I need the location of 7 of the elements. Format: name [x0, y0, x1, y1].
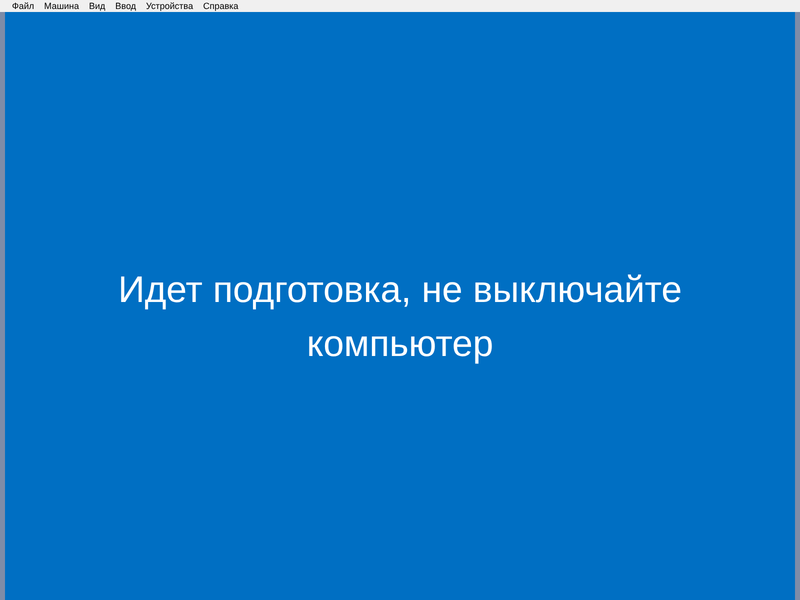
menu-item[interactable]: Справка — [198, 0, 244, 12]
menu-item[interactable]: Устройства — [141, 0, 198, 12]
menu-item[interactable]: Вид — [84, 0, 110, 12]
menu-item[interactable]: Файл — [7, 0, 40, 12]
menu-item[interactable]: Ввод — [110, 0, 142, 12]
status-message: Идет подготовка, не выключайте компьютер — [117, 268, 683, 366]
menu-item[interactable]: Машина — [39, 0, 84, 12]
